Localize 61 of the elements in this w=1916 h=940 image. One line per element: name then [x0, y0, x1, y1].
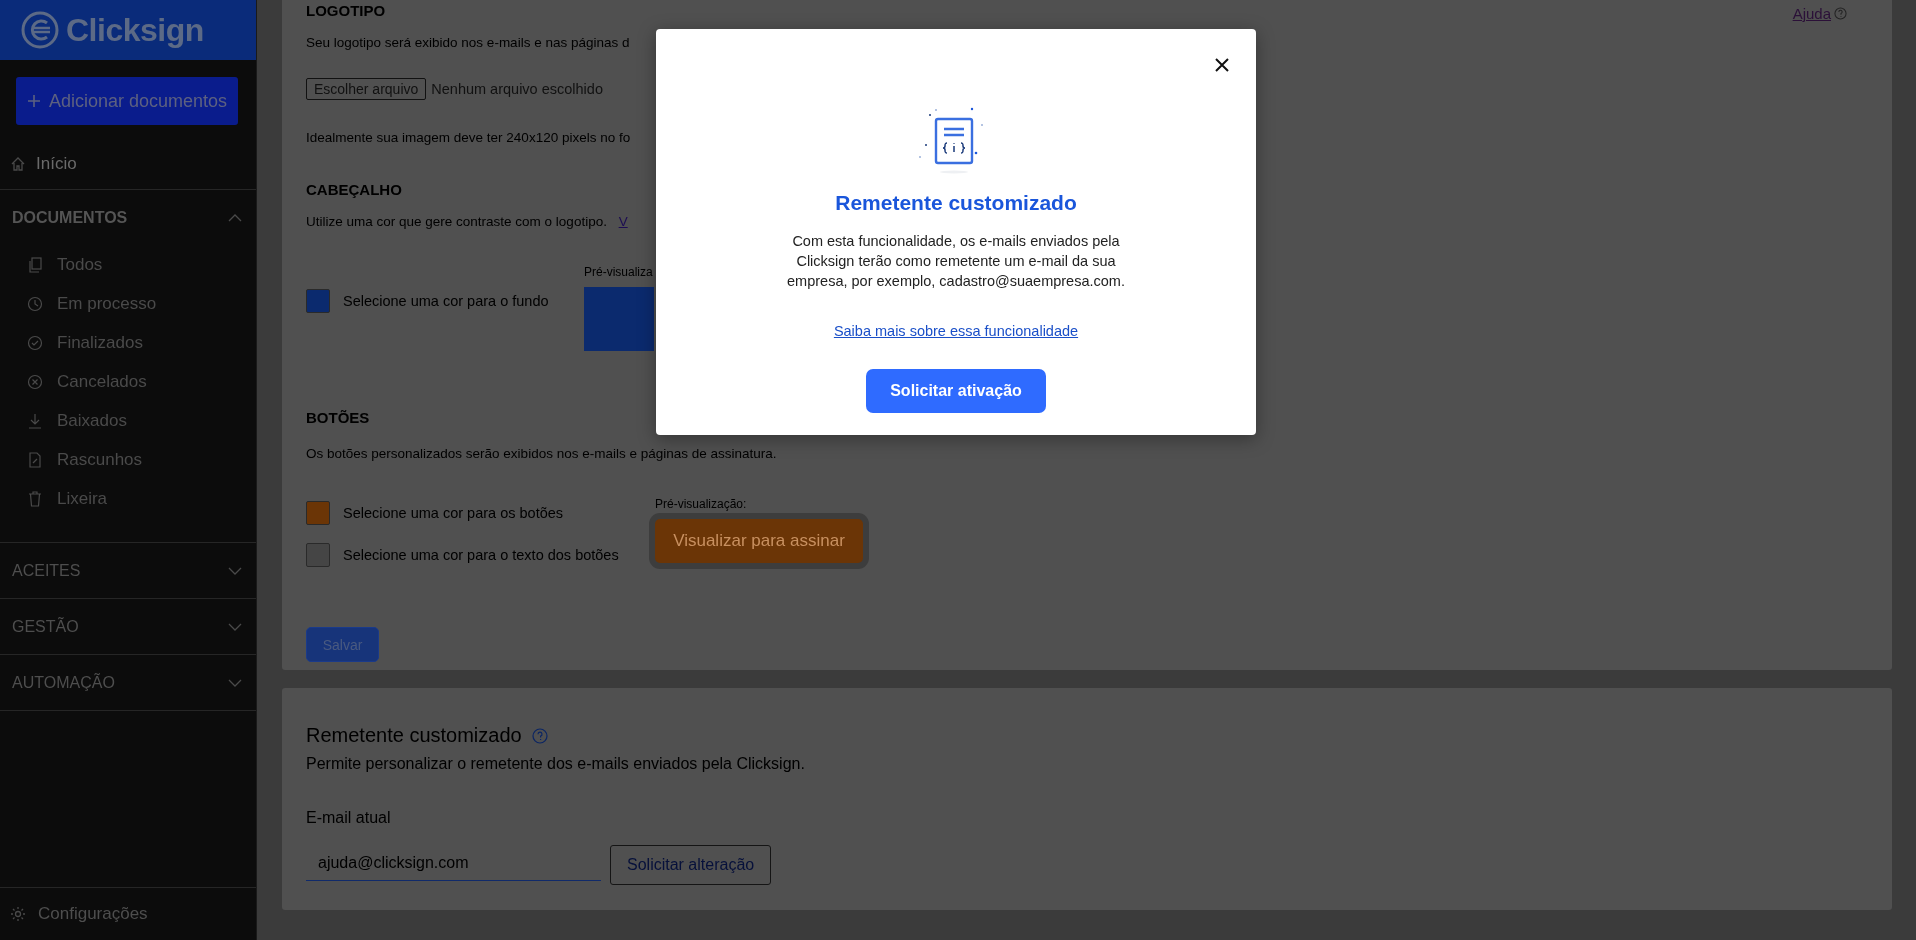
section-description: Os botões personalizados serão exibidos nos e-mails e páginas de assinatura.	[306, 446, 777, 461]
header-preview	[584, 287, 654, 351]
section-header[interactable]: GESTÃO	[0, 599, 256, 654]
help-icon	[1834, 7, 1847, 20]
email-field[interactable]: ajuda@clicksign.com	[306, 845, 601, 881]
clock-icon	[27, 295, 43, 312]
field-label: E-mail atual	[306, 809, 392, 827]
nav-item[interactable]: Cancelados	[0, 362, 256, 401]
nav-item[interactable]: Lixeira	[0, 479, 256, 518]
nav-item[interactable]: Rascunhos	[0, 440, 256, 479]
preview-label: Pré-visualiza	[584, 265, 654, 279]
plus-icon	[26, 94, 41, 108]
request-change-button[interactable]: Solicitar alteração	[610, 845, 772, 885]
section-header[interactable]: DOCUMENTOS	[0, 190, 256, 245]
add-documents-button[interactable]: Adicionar documentos	[16, 77, 238, 125]
logo-text: Clicksign	[66, 11, 204, 49]
file-status: Nenhum arquivo escolhido	[431, 81, 603, 97]
section-description: Seu logotipo será exibido nos e-mails e nas páginas d	[306, 35, 630, 50]
color-label: Selecione uma cor para o fundo	[343, 293, 549, 309]
home-link[interactable]: Início	[0, 139, 256, 190]
nav-item[interactable]: Em processo	[0, 284, 256, 323]
help-link[interactable]: Ajuda	[1792, 5, 1847, 22]
color-swatch[interactable]	[306, 501, 330, 525]
color-label: Selecione uma cor para o texto dos botões	[343, 547, 619, 563]
download-icon	[27, 412, 43, 429]
preview-link[interactable]: V	[618, 214, 628, 229]
chevron-icon	[228, 622, 242, 631]
logo-icon	[20, 10, 60, 50]
nav-item[interactable]: Baixados	[0, 401, 256, 440]
chevron-icon	[228, 213, 242, 222]
section-heading: CABEÇALHO	[306, 180, 402, 198]
settings-icon	[10, 906, 26, 922]
section-header[interactable]: AUTOMAÇÃO	[0, 655, 256, 710]
modal-body: Com esta funcionalidade, os e-mails enviados pela Clicksign terão como remetente um e-mail da sua empresa, por exemplo, cadastro@suaempresa.com.	[786, 232, 1126, 291]
file-icon	[27, 451, 43, 468]
home-icon	[10, 156, 26, 172]
cancel-circle-icon	[27, 373, 43, 390]
copy-icon	[27, 256, 43, 273]
section-header[interactable]: ACEITES	[0, 543, 256, 598]
check-circle-icon	[27, 334, 43, 351]
card-description: Permite personalizar o remetente dos e-mails enviados pela Clicksign.	[306, 755, 806, 773]
color-swatch[interactable]	[306, 543, 330, 567]
section-description: Utilize uma cor que gere contraste com o logotipo. V	[306, 214, 628, 229]
settings-link[interactable]: Configurações	[0, 887, 256, 940]
chevron-icon	[228, 678, 242, 687]
request-activation-button[interactable]: Solicitar ativação	[866, 369, 1046, 413]
preview-label: Pré-visualização:	[655, 497, 748, 511]
card-title: Remetente customizado	[306, 724, 522, 747]
image-hint: Idealmente sua imagem deve ter 240x120 pixels no fo	[306, 130, 631, 145]
nav-item[interactable]: Todos	[0, 245, 256, 284]
help-icon	[531, 727, 548, 744]
learn-more-link[interactable]: Saiba mais sobre essa funcionalidade	[833, 323, 1079, 339]
trash-icon	[27, 490, 43, 507]
choose-file-button[interactable]: Escolher arquivo	[306, 78, 427, 100]
color-swatch[interactable]	[306, 289, 330, 313]
chevron-icon	[228, 566, 242, 575]
section-heading: BOTÕES	[306, 408, 370, 426]
modal-title: Remetente customizado	[835, 191, 1077, 215]
color-label: Selecione uma cor para os botões	[343, 505, 564, 521]
nav-item[interactable]: Finalizados	[0, 323, 256, 362]
section-heading: LOGOTIPO	[306, 1, 386, 19]
